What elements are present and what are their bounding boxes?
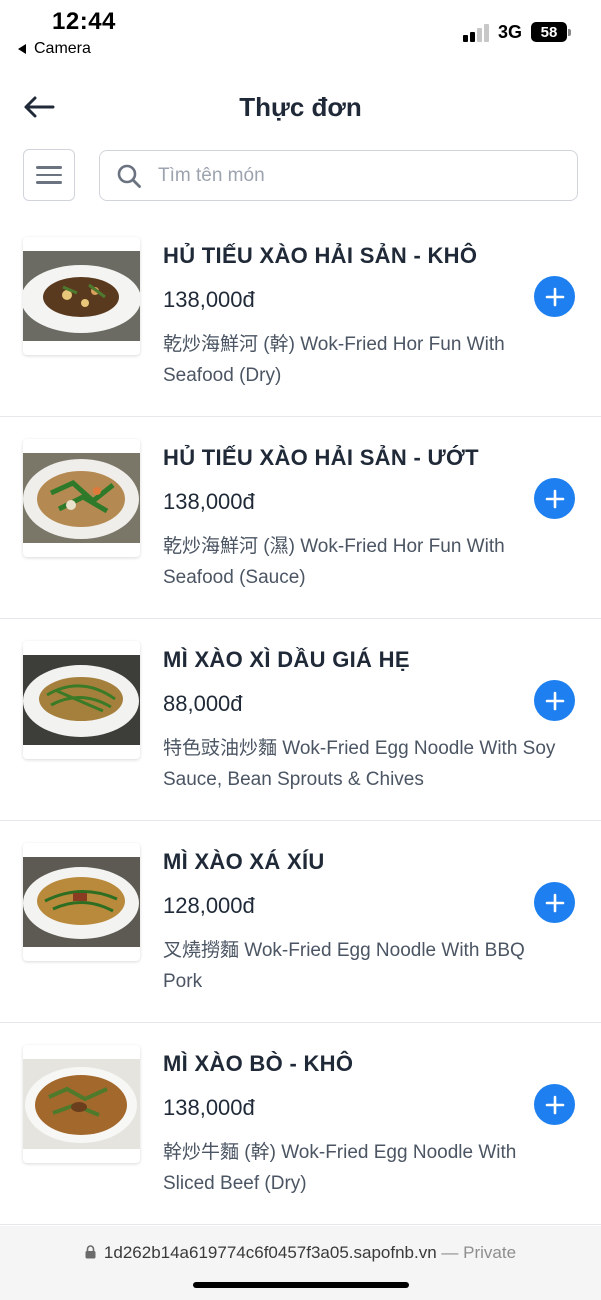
back-app-label: Camera [34, 40, 91, 57]
battery-level: 58 [540, 23, 558, 41]
plus-icon [545, 691, 564, 710]
back-to-app-link[interactable]: Camera [18, 40, 91, 58]
add-to-cart-button[interactable] [534, 1084, 575, 1125]
dish-price: 138,000đ [163, 489, 255, 514]
dish-price: 88,000đ [163, 691, 243, 716]
search-box [99, 150, 578, 201]
dish-image [23, 843, 140, 961]
menu-item[interactable]: MÌ XÀO XÁ XÍU 128,000đ 叉燒撈麵 Wok-Fried Eg… [0, 821, 601, 1023]
url-display[interactable]: 1d262b14a619774c6f0457f3a05.sapofnb.vn —… [0, 1243, 601, 1263]
battery-icon: 58 [531, 22, 571, 42]
lock-icon [85, 1245, 96, 1259]
menu-item[interactable]: MÌ XÀO BÒ - KHÔ 138,000đ 幹炒牛麵 (幹) Wok-Fr… [0, 1023, 601, 1225]
search-input[interactable] [158, 159, 558, 193]
add-to-cart-button[interactable] [534, 882, 575, 923]
status-time: 12:44 [52, 8, 116, 35]
dish-description: 特色豉油炒麵 Wok-Fried Egg Noodle With Soy Sau… [163, 738, 556, 790]
page-title: Thực đơn [239, 92, 362, 122]
plus-icon [545, 893, 564, 912]
plus-icon [545, 1095, 564, 1114]
menu-item[interactable]: MÌ XÀO XÌ DẦU GIÁ HẸ 88,000đ 特色豉油炒麵 Wok-… [0, 619, 601, 821]
menu-list: HỦ TIẾU XÀO HẢI SẢN - KHÔ 138,000đ 乾炒海鮮河… [0, 215, 601, 1225]
back-triangle-icon [18, 44, 26, 54]
url-text: 1d262b14a619774c6f0457f3a05.sapofnb.vn [103, 1243, 437, 1262]
menu-item[interactable]: HỦ TIẾU XÀO HẢI SẢN - ƯỚT 138,000đ 乾炒海鮮河… [0, 417, 601, 619]
signal-icon [463, 24, 493, 42]
dish-name: HỦ TIẾU XÀO HẢI SẢN - KHÔ [163, 243, 478, 268]
search-icon [117, 164, 141, 188]
add-to-cart-button[interactable] [534, 680, 575, 721]
dish-image [23, 641, 140, 759]
plus-icon [545, 489, 564, 508]
browser-url-bar[interactable]: 1d262b14a619774c6f0457f3a05.sapofnb.vn —… [0, 1226, 601, 1300]
dish-description: 乾炒海鮮河 (幹) Wok-Fried Hor Fun With Seafood… [163, 334, 505, 386]
dish-description: 叉燒撈麵 Wok-Fried Egg Noodle With BBQ Pork [163, 940, 525, 992]
home-indicator[interactable] [193, 1282, 409, 1288]
plus-icon [545, 287, 564, 306]
menu-item[interactable]: HỦ TIẾU XÀO HẢI SẢN - KHÔ 138,000đ 乾炒海鮮河… [0, 215, 601, 417]
status-bar: 12:44 Camera 3G 58 [0, 0, 601, 68]
add-to-cart-button[interactable] [534, 276, 575, 317]
category-menu-button[interactable] [23, 149, 75, 201]
dish-price: 138,000đ [163, 287, 255, 312]
dish-description: 乾炒海鮮河 (濕) Wok-Fried Hor Fun With Seafood… [163, 536, 505, 588]
dish-image [23, 237, 140, 355]
add-to-cart-button[interactable] [534, 478, 575, 519]
dish-name: MÌ XÀO XÌ DẦU GIÁ HẸ [163, 647, 410, 672]
dish-image [23, 439, 140, 557]
dish-price: 128,000đ [163, 893, 255, 918]
dish-image [23, 1045, 140, 1163]
dish-name: MÌ XÀO XÁ XÍU [163, 849, 325, 874]
dish-price: 138,000đ [163, 1095, 255, 1120]
dish-name: MÌ XÀO BÒ - KHÔ [163, 1051, 354, 1076]
private-label: — Private [441, 1243, 517, 1262]
dish-name: HỦ TIẾU XÀO HẢI SẢN - ƯỚT [163, 445, 479, 470]
dish-description: 幹炒牛麵 (幹) Wok-Fried Egg Noodle With Slice… [163, 1142, 517, 1194]
network-type: 3G [498, 22, 523, 42]
hamburger-icon [36, 166, 62, 169]
page-header: Thực đơn [0, 80, 601, 136]
